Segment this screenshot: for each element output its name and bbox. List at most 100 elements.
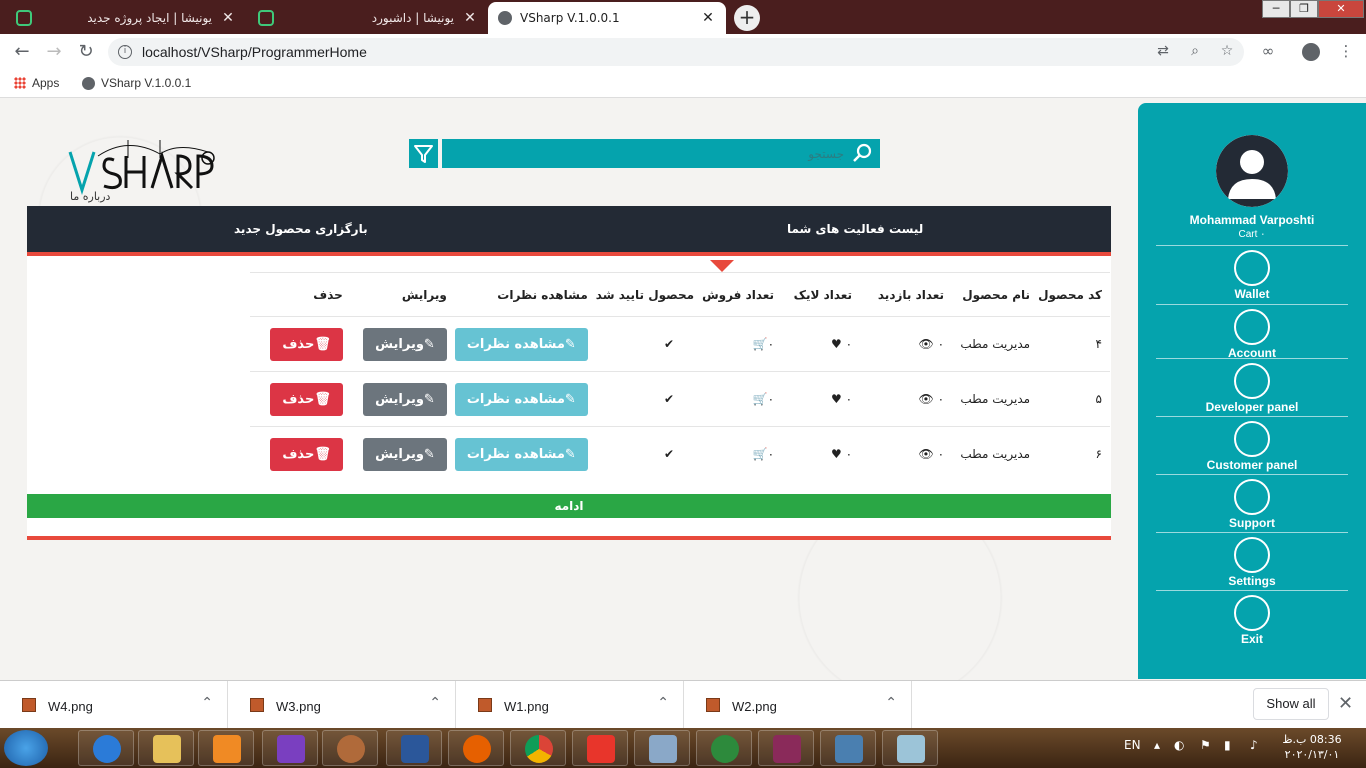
delete-button[interactable]: 🗑حذف [270,437,343,471]
taskbar-photos[interactable] [820,730,876,766]
info-icon[interactable]: i [118,45,132,59]
sidebar-item-account[interactable]: Account [1156,304,1348,362]
tab-activity-list[interactable]: لیست فعالیت های شما [787,222,923,236]
close-downloads-icon[interactable]: ✕ [1338,693,1353,714]
taskbar-media[interactable] [198,730,254,766]
header-name: نام محصول [952,272,1039,317]
wallet-icon [1234,250,1270,286]
taskbar-app-14[interactable] [882,730,938,766]
cell-views: ۰ 👁 [860,316,953,372]
new-tab-button[interactable]: + [734,5,760,31]
start-button[interactable] [4,730,48,766]
minimize-button[interactable]: ─ [1262,0,1290,18]
download-item[interactable]: W1.png ⌃ [456,681,684,729]
heart-icon: ♥ [831,337,842,351]
folder-icon [153,735,181,763]
activity-panel: کد محصول نام محصول تعداد بازدید تعداد لا… [27,256,1111,540]
tab-title: یونیشا | ایجاد پروژه جدید [87,11,212,25]
reload-icon[interactable]: ↻ [74,40,98,64]
view-comments-button[interactable]: ✎مشاهده نظرات [454,437,588,471]
delete-button[interactable]: 🗑حذف [270,327,343,361]
edit-button[interactable]: ✎ویرایش [363,382,447,416]
edit-button[interactable]: ✎ویرایش [363,327,447,361]
views-count: ۰ [937,392,945,406]
edit-icon: ✎ [564,446,576,462]
button-label: ویرایش [375,336,424,352]
eye-icon: 👁 [918,392,934,406]
sidebar-item-support[interactable]: Support [1156,474,1348,532]
unisha-favicon-icon [258,10,274,26]
show-all-button[interactable]: Show all [1253,688,1329,720]
tab-close-icon[interactable]: ✕ [700,10,716,26]
sidebar-item-exit[interactable]: Exit [1156,590,1348,648]
window-close-button[interactable]: ✕ [1318,0,1364,18]
search-bar [442,139,880,168]
sidebar-item-wallet[interactable]: Wallet [1156,245,1348,303]
taskbar-chrome[interactable] [510,730,566,766]
taskbar-app-10[interactable] [634,730,690,766]
incognito-icon[interactable]: ∞ [1258,42,1278,62]
taskbar-ie[interactable] [78,730,134,766]
view-comments-button[interactable]: ✎مشاهده نظرات [454,327,588,361]
sidebar-item-label: Customer panel [1206,458,1298,472]
user-avatar[interactable] [1216,135,1288,207]
tab-dashboard[interactable]: یونیشا | داشبورد ✕ [248,2,488,34]
about-us-link[interactable]: درباره ما [70,190,110,203]
heart-icon: ♥ [831,392,842,406]
chevron-up-icon[interactable]: ⌃ [885,695,897,711]
cart-link[interactable]: Cart ۰ [1138,229,1366,240]
taskbar-app-5[interactable] [322,730,378,766]
system-clock[interactable]: 08:36 ب.ظ ۲۰۲۰/۱۳/۰۱ [1280,732,1344,762]
chevron-up-icon[interactable]: ⌃ [201,695,213,711]
taskbar-anydesk[interactable] [572,730,628,766]
search-input[interactable] [464,143,844,164]
chevron-up-icon[interactable]: ⌃ [657,695,669,711]
bookmarks-bar: Apps VSharp V.1.0.0.1 [0,70,1366,98]
tab-close-icon[interactable]: ✕ [462,10,478,26]
bookmark-vsharp[interactable]: VSharp V.1.0.0.1 [82,76,191,90]
user-name[interactable]: Mohammad Varposhti [1138,213,1366,227]
bookmark-star-icon[interactable]: ☆ [1218,43,1236,61]
back-icon[interactable]: ← [10,40,34,64]
chevron-up-icon[interactable]: ⌃ [429,695,441,711]
download-item[interactable]: W2.png ⌃ [684,681,912,729]
download-item[interactable]: W3.png ⌃ [228,681,456,729]
bookmark-apps[interactable]: Apps [14,76,59,90]
tab-new-project[interactable]: یونیشا | ایجاد پروژه جدید ✕ [6,2,246,34]
profile-avatar-icon[interactable] [1302,43,1320,61]
taskbar-winrar[interactable] [758,730,814,766]
sidebar-item-settings[interactable]: Settings [1156,532,1348,590]
search-icon[interactable] [852,143,872,163]
language-indicator[interactable]: EN [1124,738,1141,752]
flag-icon[interactable]: ⚑ [1200,738,1211,752]
url-text[interactable]: localhost/VSharp/ProgrammerHome [142,44,367,60]
sidebar-item-developer-panel[interactable]: Developer panel [1156,358,1348,416]
menu-icon[interactable]: ⋮ [1336,42,1356,62]
table-header-row: کد محصول نام محصول تعداد بازدید تعداد لا… [250,272,1110,317]
tray-expand-icon[interactable]: ▴ [1154,738,1160,752]
continue-button[interactable]: ادامه [27,494,1111,518]
upload-product-link[interactable]: بارگزاری محصول جدید [234,222,368,236]
taskbar-visual-studio[interactable] [262,730,318,766]
taskbar-explorer[interactable] [138,730,194,766]
delete-button[interactable]: 🗑حذف [270,382,343,416]
filter-button[interactable] [409,139,438,168]
download-item[interactable]: W4.png ⌃ [0,681,228,729]
taskbar-word[interactable] [386,730,442,766]
forward-icon[interactable]: → [42,40,66,64]
tab-vsharp[interactable]: VSharp V.1.0.0.1 ✕ [488,2,726,34]
restore-button[interactable]: ❐ [1290,0,1318,18]
view-comments-button[interactable]: ✎مشاهده نظرات [454,382,588,416]
volume-icon[interactable]: ♪ [1250,738,1258,752]
zoom-icon[interactable]: ⌕ [1186,43,1204,61]
translate-icon[interactable]: ⇄ [1154,43,1172,61]
network-icon[interactable]: ▮ [1224,738,1231,752]
taskbar-idm[interactable] [696,730,752,766]
taskbar-firefox[interactable] [448,730,504,766]
address-bar[interactable]: i localhost/VSharp/ProgrammerHome ⇄ ⌕ ☆ [108,38,1244,66]
anydesk-icon [587,735,615,763]
tray-app-icon[interactable]: ◐ [1174,738,1184,752]
edit-button[interactable]: ✎ویرایش [363,437,447,471]
sidebar-item-customer-panel[interactable]: Customer panel [1156,416,1348,474]
tab-close-icon[interactable]: ✕ [220,10,236,26]
